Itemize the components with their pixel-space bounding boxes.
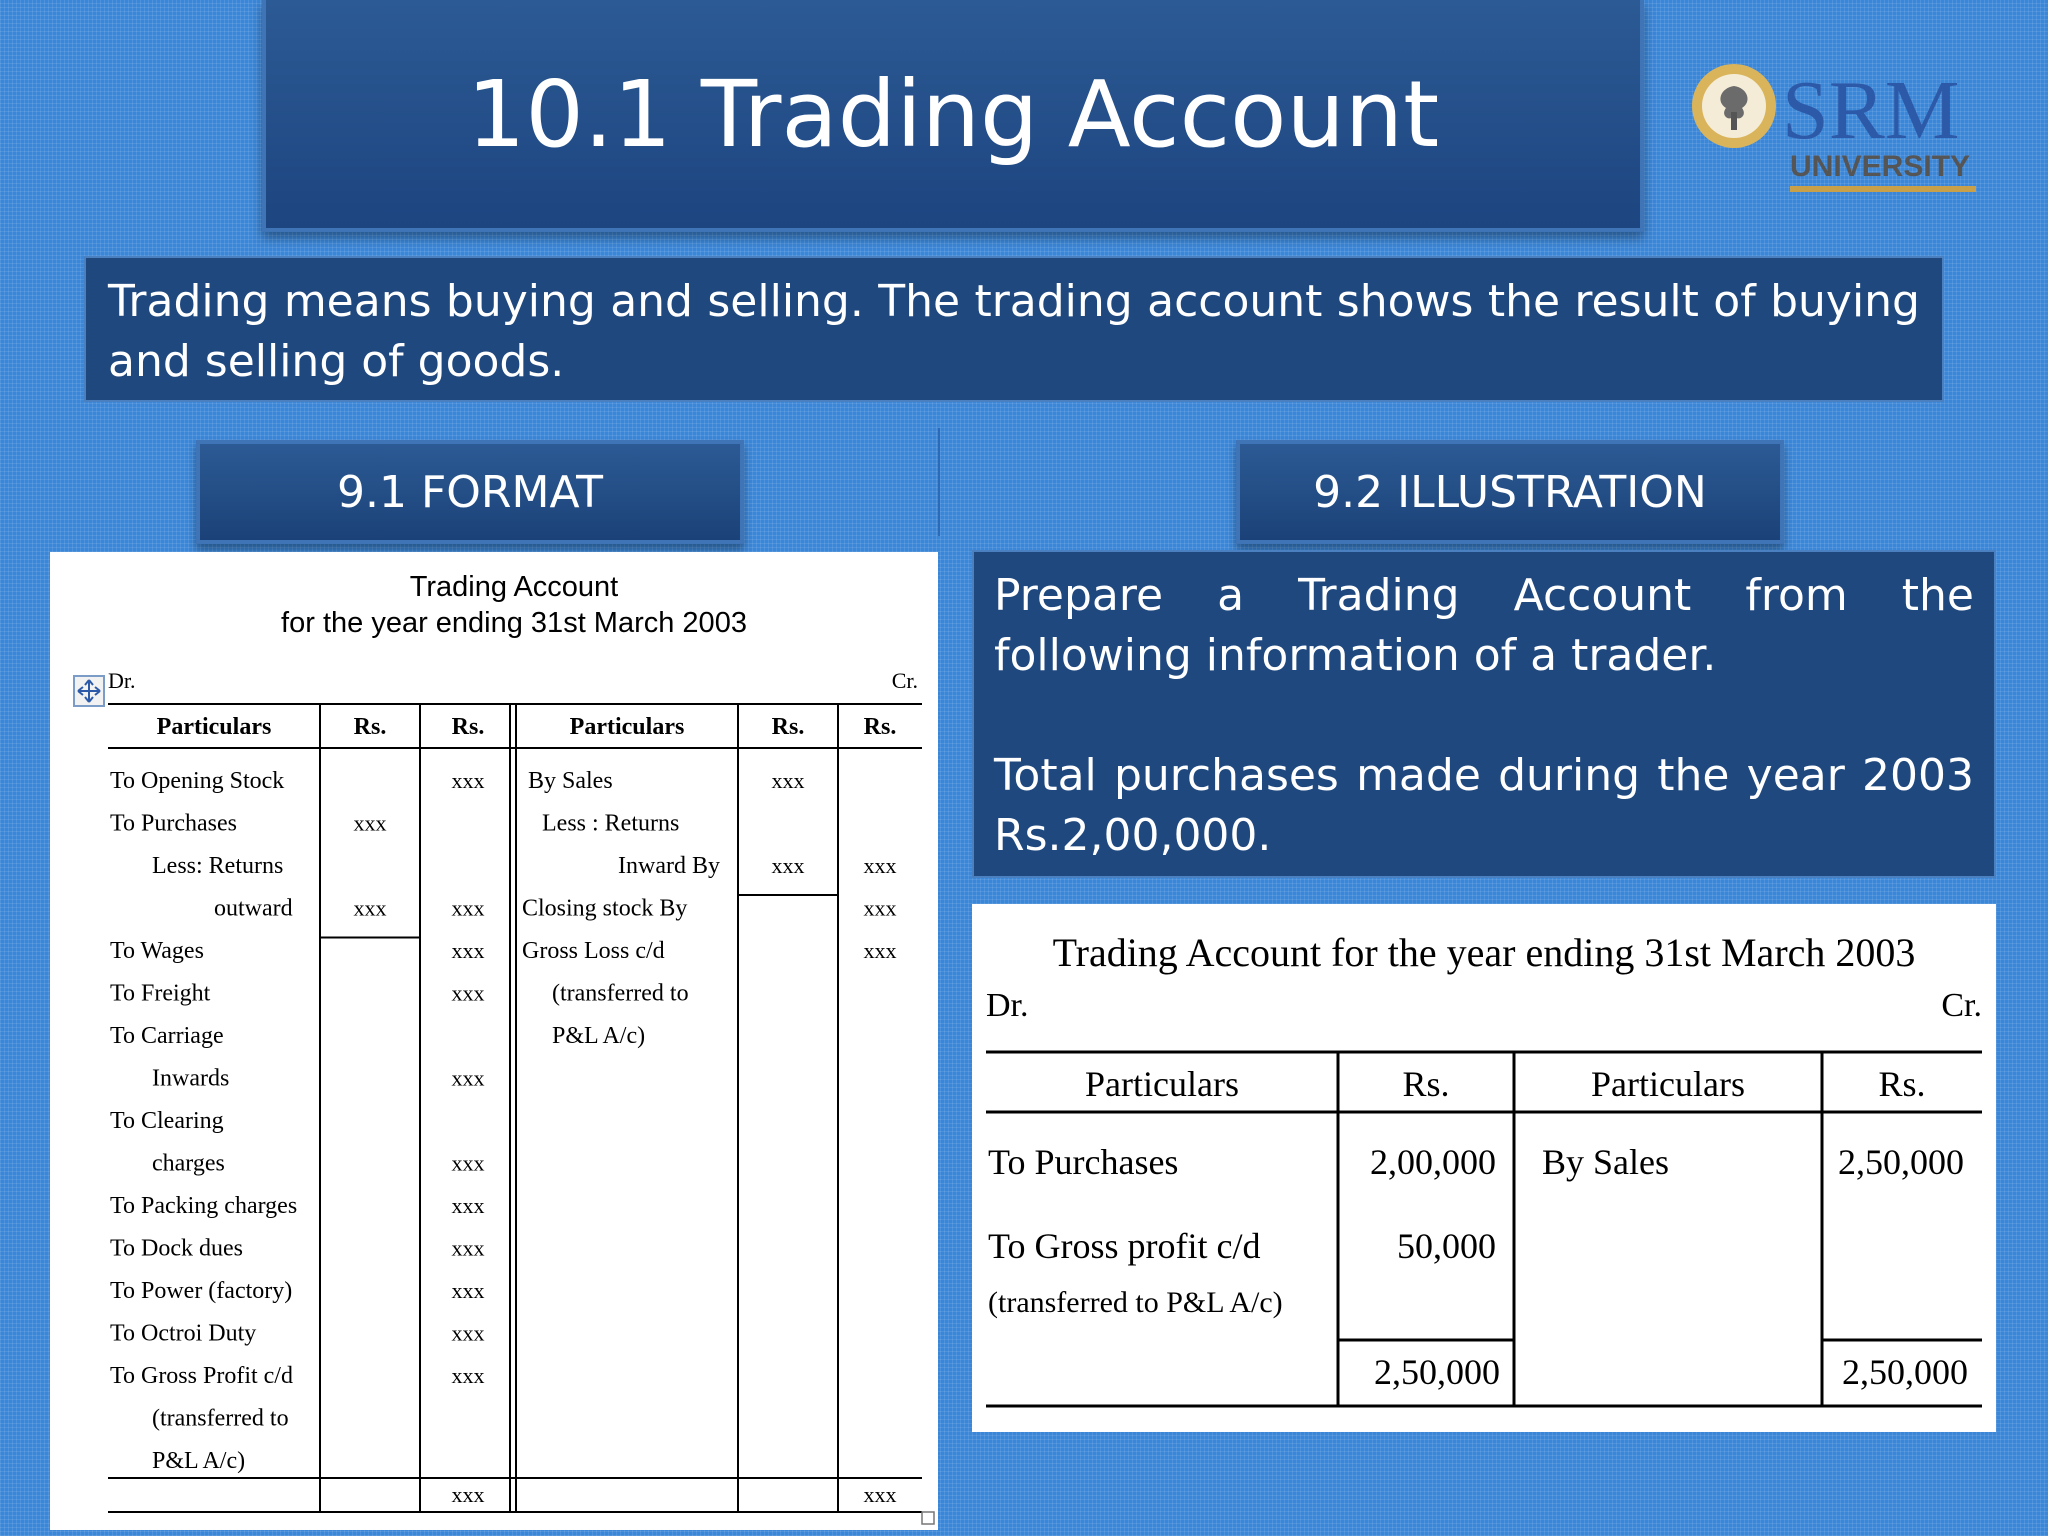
format-left-particular: To Power (factory) — [110, 1278, 292, 1304]
format-right-particular: P&L A/c) — [552, 1023, 645, 1049]
format-left-particular: P&L A/c) — [152, 1448, 245, 1474]
format-right-particular: Inward By — [618, 853, 720, 879]
illustration-cr-label: Cr. — [1941, 987, 1982, 1024]
illustration-left-particular: To Purchases — [988, 1142, 1178, 1182]
format-right-particular: Gross Loss c/d — [522, 938, 665, 964]
illustration-header-cell: Rs. — [1402, 1064, 1449, 1104]
table-resize-handle[interactable] — [921, 1511, 935, 1525]
illustration-table-title: Trading Account for the year ending 31st… — [1053, 930, 1916, 975]
format-left-rs1: xxx — [354, 896, 387, 921]
format-left-rs2: xxx — [452, 1066, 485, 1091]
illustration-table-panel: Trading Account for the year ending 31st… — [972, 904, 1996, 1432]
format-left-particular: To Clearing — [110, 1108, 224, 1134]
format-right-particular: Less : Returns — [542, 811, 679, 837]
illustration-right-particular: By Sales — [1542, 1142, 1669, 1182]
format-right-rs2: xxx — [864, 938, 897, 963]
format-header-cell: Rs. — [772, 714, 805, 740]
format-header-cell: Rs. — [354, 714, 387, 740]
illustration-table: Trading Account for the year ending 31st… — [986, 930, 1982, 1408]
format-left-rs2: xxx — [452, 1363, 485, 1388]
format-right-rs1: xxx — [772, 768, 805, 793]
format-right-rs2: xxx — [864, 896, 897, 921]
format-dr-label: Dr. — [108, 668, 136, 693]
format-section-button[interactable]: 9.1 FORMAT — [196, 440, 744, 544]
logo-subtext: UNIVERSITY — [1790, 150, 1970, 183]
format-left-particular: To Opening Stock — [110, 768, 284, 794]
format-left-particular: charges — [152, 1151, 225, 1177]
slide-title: 10.1 Trading Account — [466, 60, 1440, 168]
format-left-rs1: xxx — [354, 811, 387, 836]
illustration-section-button[interactable]: 9.2 ILLUSTRATION — [1236, 440, 1784, 544]
format-left-particular: To Carriage — [110, 1023, 224, 1049]
slide-title-banner: 10.1 Trading Account — [262, 0, 1644, 232]
intro-text: Trading means buying and selling. The tr… — [84, 256, 1944, 402]
format-right-rs1: xxx — [772, 853, 805, 878]
format-right-particular: By Sales — [528, 768, 613, 794]
format-left-rs2: xxx — [452, 768, 485, 793]
illustration-prompt: Prepare a Trading Account from the follo… — [994, 570, 1974, 681]
format-left-total: xxx — [452, 1482, 485, 1507]
illustration-header-cell: Particulars — [1591, 1064, 1745, 1104]
format-section-label: 9.1 FORMAT — [337, 466, 603, 518]
format-left-rs2: xxx — [452, 981, 485, 1006]
format-right-particular: Closing stock By — [522, 896, 687, 922]
srm-university-logo: SRM UNIVERSITY — [1692, 64, 1976, 192]
table-move-icon[interactable] — [73, 675, 105, 707]
format-left-rs2: xxx — [452, 1321, 485, 1346]
format-left-particular: (transferred to — [152, 1406, 289, 1432]
format-right-rs2: xxx — [864, 853, 897, 878]
format-table-panel: Trading Account for the year ending 31st… — [50, 552, 938, 1530]
illustration-header-cell: Particulars — [1085, 1064, 1239, 1104]
format-left-particular: To Freight — [110, 981, 211, 1007]
format-right-particular: (transferred to — [552, 981, 689, 1007]
format-left-rs2: xxx — [452, 1278, 485, 1303]
format-left-rs2: xxx — [452, 1236, 485, 1261]
section-divider — [938, 428, 940, 536]
illustration-right-total: 2,50,000 — [1842, 1352, 1968, 1392]
illustration-section-label: 9.2 ILLUSTRATION — [1313, 466, 1707, 518]
format-left-particular: To Gross Profit c/d — [110, 1363, 293, 1389]
format-left-rs2: xxx — [452, 1151, 485, 1176]
format-left-rs2: xxx — [452, 938, 485, 963]
illustration-left-rs: 50,000 — [1397, 1226, 1496, 1266]
format-left-particular: To Dock dues — [110, 1236, 243, 1262]
logo-text: SRM — [1782, 64, 1959, 157]
format-table-title: Trading Account — [410, 571, 619, 603]
format-left-particular: Less: Returns — [152, 853, 283, 879]
format-left-particular: To Octroi Duty — [110, 1321, 256, 1347]
format-header-cell: Particulars — [570, 714, 685, 740]
format-left-rs2: xxx — [452, 896, 485, 921]
format-header-cell: Rs. — [864, 714, 897, 740]
illustration-left-particular: (transferred to P&L A/c) — [988, 1286, 1283, 1319]
format-right-total: xxx — [864, 1482, 897, 1507]
format-left-particular: To Wages — [110, 938, 204, 964]
illustration-given: Total purchases made during the year 200… — [994, 750, 1974, 861]
format-left-particular: To Purchases — [110, 811, 237, 837]
format-header-cell: Rs. — [452, 714, 485, 740]
format-left-particular: outward — [214, 896, 293, 922]
format-table: Trading Account for the year ending 31st… — [73, 571, 935, 1525]
illustration-header-cell: Rs. — [1878, 1064, 1925, 1104]
format-left-particular: To Packing charges — [110, 1193, 297, 1219]
illustration-left-particular: To Gross profit c/d — [988, 1226, 1260, 1266]
format-table-subtitle: for the year ending 31st March 2003 — [281, 607, 747, 639]
illustration-dr-label: Dr. — [986, 987, 1029, 1024]
illustration-text: Prepare a Trading Account from the follo… — [972, 550, 1996, 878]
illustration-right-rs: 2,50,000 — [1838, 1142, 1964, 1182]
format-left-particular: Inwards — [152, 1066, 229, 1092]
illustration-left-total: 2,50,000 — [1374, 1352, 1500, 1392]
format-left-rs2: xxx — [452, 1193, 485, 1218]
illustration-left-rs: 2,00,000 — [1370, 1142, 1496, 1182]
format-cr-label: Cr. — [892, 668, 918, 693]
format-header-cell: Particulars — [157, 714, 272, 740]
